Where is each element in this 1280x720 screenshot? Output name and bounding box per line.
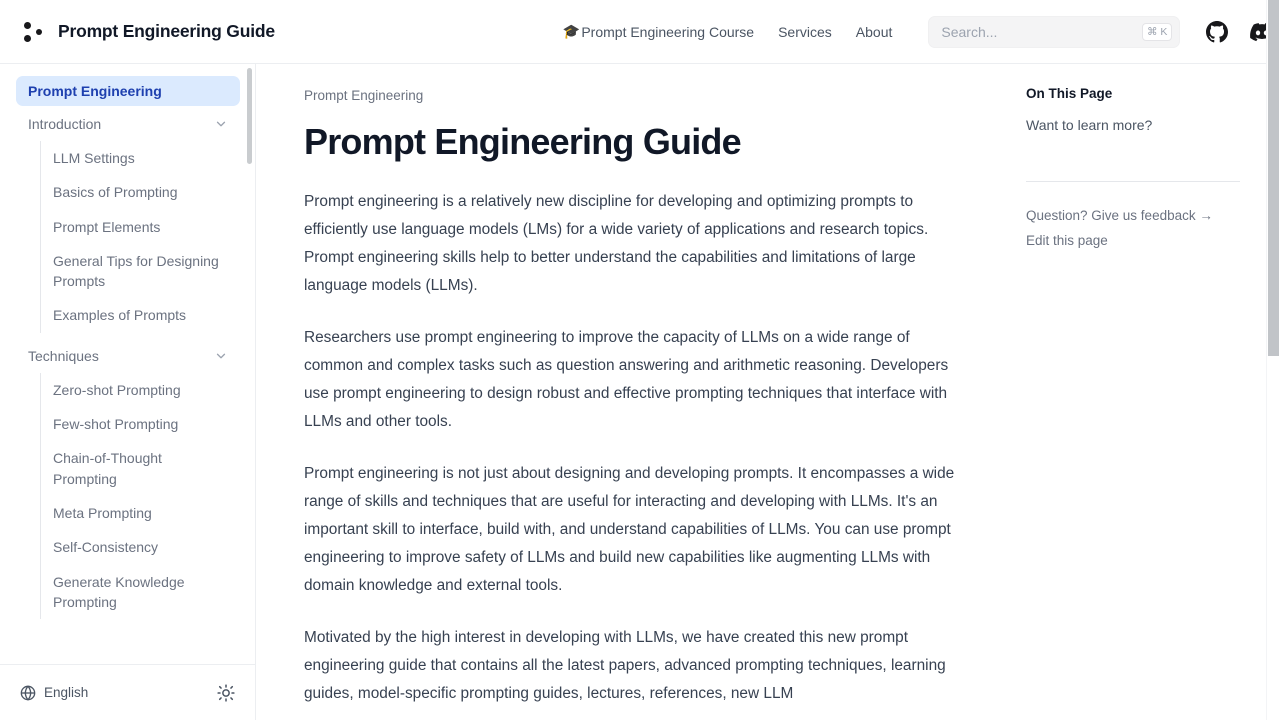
sidebar-item-chain-of-thought-prompting[interactable]: Chain-of-Thought Prompting	[41, 441, 240, 496]
feedback-link-label: Question? Give us feedback →	[1026, 208, 1213, 223]
github-icon	[1206, 20, 1229, 42]
sidebar-item-basics-of-prompting[interactable]: Basics of Prompting	[41, 175, 240, 209]
language-label: English	[44, 685, 89, 700]
sidebar-item-label: Generate Knowledge Prompting	[53, 573, 185, 610]
primary-nav: 🎓 Prompt Engineering Course Services Abo…	[563, 23, 892, 40]
chevron-down-icon	[216, 353, 226, 359]
sidebar-item-meta-prompting[interactable]: Meta Prompting	[41, 496, 240, 530]
sidebar-item-label: Few-shot Prompting	[53, 416, 179, 433]
brand-home-link[interactable]: Prompt Engineering Guide	[22, 19, 275, 45]
toc-link-want-to-learn-more[interactable]: Want to learn more?	[1026, 117, 1248, 133]
table-of-contents: On This Page Want to learn more? Questio…	[1016, 64, 1264, 720]
sidebar-item-llm-settings[interactable]: LLM Settings	[41, 141, 240, 175]
globe-icon	[20, 684, 36, 701]
article: Prompt Engineering Prompt Engineering Gu…	[256, 64, 1018, 708]
sidebar-item-label: Prompt Engineering	[28, 83, 162, 99]
sidebar-item-examples-of-prompts[interactable]: Examples of Prompts	[41, 298, 240, 332]
language-selector[interactable]: English	[20, 684, 89, 701]
search-container: Search... ⌘ K	[928, 15, 1181, 48]
site-header: Prompt Engineering Guide 🎓 Prompt Engine…	[0, 0, 1280, 64]
sidebar-scrollbar[interactable]	[247, 68, 252, 164]
paragraph-3: Prompt engineering is not just about des…	[304, 465, 955, 594]
search-placeholder: Search...	[941, 23, 998, 40]
sidebar-item-general-tips-for-designing-prompts[interactable]: General Tips for Designing Prompts	[41, 244, 240, 299]
nav-item-about[interactable]: About	[856, 24, 893, 40]
search-shortcut-badge: ⌘ K	[1141, 22, 1173, 41]
paragraph-4: Motivated by the high interest in develo…	[304, 629, 946, 702]
sidebar-item-generate-knowledge-prompting[interactable]: Generate Knowledge Prompting	[41, 565, 240, 620]
feedback-link[interactable]: Question? Give us feedback →	[1026, 208, 1248, 223]
social-links	[1206, 20, 1275, 44]
page-scrollbar-track[interactable]	[1266, 0, 1280, 720]
sun-icon	[217, 683, 235, 702]
sidebar-group-introduction[interactable]: Introduction	[16, 109, 240, 139]
edit-page-link[interactable]: Edit this page	[1026, 233, 1248, 248]
sidebar-item-label: Examples of Prompts	[53, 307, 187, 324]
graduation-cap-icon: 🎓	[562, 23, 581, 39]
theme-toggle-button[interactable]	[217, 683, 235, 702]
sidebar-item-label: Chain-of-Thought Prompting	[53, 450, 162, 487]
sidebar-item-few-shot-prompting[interactable]: Few-shot Prompting	[41, 407, 240, 441]
sidebar-item-label: Basics of Prompting	[53, 184, 178, 201]
edit-page-link-label: Edit this page	[1026, 233, 1108, 248]
sidebar-item-prompt-engineering[interactable]: Prompt Engineering	[16, 76, 240, 106]
nav-label: About	[855, 23, 893, 40]
nav-item-services[interactable]: Services	[778, 24, 832, 40]
sidebar-item-label: General Tips for Designing Prompts	[53, 252, 219, 290]
sidebar-item-label: Prompt Elements	[53, 218, 161, 235]
sidebar-item-self-consistency[interactable]: Self-Consistency	[41, 530, 240, 564]
sidebar-item-label: Self-Consistency	[53, 539, 159, 556]
nav-item-prompt-engineering-course[interactable]: 🎓 Prompt Engineering Course	[563, 23, 754, 40]
toc-link-label: Want to learn more?	[1026, 117, 1153, 133]
paragraph-1: Prompt engineering is a relatively new d…	[304, 193, 929, 294]
sidebar-item-label: LLM Settings	[53, 150, 135, 166]
nav-label: Prompt Engineering Course	[581, 23, 755, 40]
github-link[interactable]	[1206, 20, 1229, 43]
paragraph-2: Researchers use prompt engineering to im…	[304, 329, 949, 430]
sidebar-group-label: Techniques	[28, 347, 99, 364]
sidebar-group-techniques-items: Zero-shot Prompting Few-shot Prompting C…	[40, 372, 240, 620]
three-dots-logo-icon	[22, 19, 48, 45]
sidebar-group-introduction-items: LLM Settings Basics of Prompting Prompt …	[40, 141, 240, 333]
sidebar-group-label: Introduction	[28, 116, 102, 132]
sidebar-item-label: Zero-shot Prompting	[53, 381, 181, 398]
breadcrumb: Prompt Engineering	[304, 88, 424, 103]
toc-divider	[1026, 181, 1240, 182]
sidebar-group-techniques[interactable]: Techniques	[16, 341, 240, 371]
chevron-down-icon	[216, 121, 226, 127]
left-sidebar: Prompt Engineering Introduction LLM Sett…	[0, 64, 256, 720]
page-title: Prompt Engineering Guide	[304, 121, 742, 162]
nav-label: Services	[778, 23, 832, 40]
toc-title: On This Page	[1026, 86, 1113, 101]
page-scrollbar-thumb[interactable]	[1268, 0, 1279, 356]
sidebar-scroll-area: Prompt Engineering Introduction LLM Sett…	[0, 64, 255, 664]
sidebar-item-zero-shot-prompting[interactable]: Zero-shot Prompting	[41, 373, 240, 407]
sidebar-item-label: Meta Prompting	[53, 504, 152, 521]
brand-title: Prompt Engineering Guide	[58, 21, 275, 41]
sidebar-item-prompt-elements[interactable]: Prompt Elements	[41, 210, 240, 244]
sidebar-footer: English	[0, 664, 255, 720]
